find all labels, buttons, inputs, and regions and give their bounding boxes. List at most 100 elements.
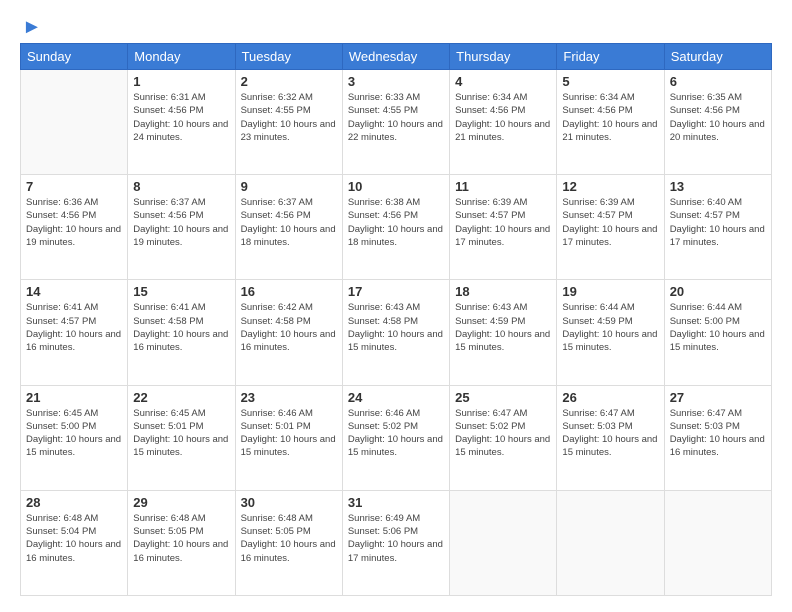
day-number: 12 [562,179,658,194]
calendar-cell: 20 Sunrise: 6:44 AMSunset: 5:00 PMDayligh… [664,280,771,385]
day-number: 31 [348,495,444,510]
day-number: 17 [348,284,444,299]
calendar-cell: 27 Sunrise: 6:47 AMSunset: 5:03 PMDayligh… [664,385,771,490]
calendar-cell: 6Sunrise: 6:35 AMSunset: 4:56 PMDaylight… [664,70,771,175]
header: ► [20,16,772,35]
calendar-body: 1 Sunrise: 6:31 AMSunset: 4:56 PMDaylight… [21,70,772,596]
calendar-cell: 2Sunrise: 6:32 AMSunset: 4:55 PMDaylight… [235,70,342,175]
calendar-cell: 13 Sunrise: 6:40 AMSunset: 4:57 PMDayligh… [664,175,771,280]
day-number: 21 [26,390,122,405]
calendar-cell [21,70,128,175]
calendar-week-row: 21 Sunrise: 6:45 AMSunset: 5:00 PMDayligh… [21,385,772,490]
page: ► SundayMondayTuesdayWednesdayThursdayFr… [0,0,792,612]
calendar-cell: 5 Sunrise: 6:34 AMSunset: 4:56 PMDaylight… [557,70,664,175]
day-number: 30 [241,495,337,510]
calendar-cell: 28 Sunrise: 6:48 AMSunset: 5:04 PMDayligh… [21,490,128,595]
cell-info: Sunrise: 6:43 AMSunset: 4:59 PMDaylight:… [455,301,551,354]
weekday-header-monday: Monday [128,44,235,70]
cell-info: Sunrise: 6:38 AMSunset: 4:56 PMDaylight:… [348,196,444,249]
calendar-cell: 24 Sunrise: 6:46 AMSunset: 5:02 PMDayligh… [342,385,449,490]
calendar-cell: 9 Sunrise: 6:37 AMSunset: 4:56 PMDaylight… [235,175,342,280]
day-number: 14 [26,284,122,299]
cell-info: Sunrise: 6:39 AMSunset: 4:57 PMDaylight:… [455,196,551,249]
cell-info: Sunrise: 6:48 AMSunset: 5:05 PMDaylight:… [133,512,229,565]
calendar-week-row: 14 Sunrise: 6:41 AMSunset: 4:57 PMDayligh… [21,280,772,385]
weekday-header-row: SundayMondayTuesdayWednesdayThursdayFrid… [21,44,772,70]
cell-info: Sunrise: 6:34 AMSunset: 4:56 PMDaylight:… [562,91,658,144]
calendar-week-row: 28 Sunrise: 6:48 AMSunset: 5:04 PMDayligh… [21,490,772,595]
day-number: 26 [562,390,658,405]
calendar-cell: 16 Sunrise: 6:42 AMSunset: 4:58 PMDayligh… [235,280,342,385]
cell-info: Sunrise: 6:36 AMSunset: 4:56 PMDaylight:… [26,196,122,249]
cell-info: Sunrise: 6:41 AMSunset: 4:57 PMDaylight:… [26,301,122,354]
cell-info: Sunrise: 6:37 AMSunset: 4:56 PMDaylight:… [133,196,229,249]
calendar-cell: 14 Sunrise: 6:41 AMSunset: 4:57 PMDayligh… [21,280,128,385]
cell-info: Sunrise: 6:40 AMSunset: 4:57 PMDaylight:… [670,196,766,249]
calendar-cell: 15Sunrise: 6:41 AMSunset: 4:58 PMDayligh… [128,280,235,385]
logo-icon: ► [22,16,42,39]
day-number: 18 [455,284,551,299]
calendar-cell: 4Sunrise: 6:34 AMSunset: 4:56 PMDaylight… [450,70,557,175]
day-number: 10 [348,179,444,194]
day-number: 23 [241,390,337,405]
weekday-header-friday: Friday [557,44,664,70]
cell-info: Sunrise: 6:44 AMSunset: 5:00 PMDaylight:… [670,301,766,354]
calendar-cell [450,490,557,595]
cell-info: Sunrise: 6:45 AMSunset: 5:00 PMDaylight:… [26,407,122,460]
calendar-cell: 18 Sunrise: 6:43 AMSunset: 4:59 PMDayligh… [450,280,557,385]
day-number: 16 [241,284,337,299]
weekday-header-sunday: Sunday [21,44,128,70]
cell-info: Sunrise: 6:32 AMSunset: 4:55 PMDaylight:… [241,91,337,144]
cell-info: Sunrise: 6:46 AMSunset: 5:02 PMDaylight:… [348,407,444,460]
cell-info: Sunrise: 6:47 AMSunset: 5:03 PMDaylight:… [670,407,766,460]
calendar-table: SundayMondayTuesdayWednesdayThursdayFrid… [20,43,772,596]
day-number: 20 [670,284,766,299]
calendar-cell: 8 Sunrise: 6:37 AMSunset: 4:56 PMDaylight… [128,175,235,280]
cell-info: Sunrise: 6:42 AMSunset: 4:58 PMDaylight:… [241,301,337,354]
day-number: 27 [670,390,766,405]
calendar-cell: 7 Sunrise: 6:36 AMSunset: 4:56 PMDaylight… [21,175,128,280]
day-number: 24 [348,390,444,405]
calendar-cell: 23 Sunrise: 6:46 AMSunset: 5:01 PMDayligh… [235,385,342,490]
day-number: 8 [133,179,229,194]
calendar-cell: 25Sunrise: 6:47 AMSunset: 5:02 PMDayligh… [450,385,557,490]
day-number: 3 [348,74,444,89]
day-number: 22 [133,390,229,405]
cell-info: Sunrise: 6:43 AMSunset: 4:58 PMDaylight:… [348,301,444,354]
cell-info: Sunrise: 6:31 AMSunset: 4:56 PMDaylight:… [133,91,229,144]
calendar-cell: 21 Sunrise: 6:45 AMSunset: 5:00 PMDayligh… [21,385,128,490]
calendar-week-row: 7 Sunrise: 6:36 AMSunset: 4:56 PMDaylight… [21,175,772,280]
calendar-header: SundayMondayTuesdayWednesdayThursdayFrid… [21,44,772,70]
day-number: 15 [133,284,229,299]
calendar-cell [557,490,664,595]
cell-info: Sunrise: 6:39 AMSunset: 4:57 PMDaylight:… [562,196,658,249]
day-number: 13 [670,179,766,194]
day-number: 25 [455,390,551,405]
calendar-cell: 10 Sunrise: 6:38 AMSunset: 4:56 PMDayligh… [342,175,449,280]
day-number: 28 [26,495,122,510]
calendar-cell: 26Sunrise: 6:47 AMSunset: 5:03 PMDayligh… [557,385,664,490]
day-number: 5 [562,74,658,89]
cell-info: Sunrise: 6:35 AMSunset: 4:56 PMDaylight:… [670,91,766,144]
cell-info: Sunrise: 6:37 AMSunset: 4:56 PMDaylight:… [241,196,337,249]
calendar-cell: 30 Sunrise: 6:48 AMSunset: 5:05 PMDayligh… [235,490,342,595]
weekday-header-saturday: Saturday [664,44,771,70]
day-number: 9 [241,179,337,194]
calendar-cell: 12 Sunrise: 6:39 AMSunset: 4:57 PMDayligh… [557,175,664,280]
day-number: 7 [26,179,122,194]
day-number: 11 [455,179,551,194]
cell-info: Sunrise: 6:33 AMSunset: 4:55 PMDaylight:… [348,91,444,144]
cell-info: Sunrise: 6:46 AMSunset: 5:01 PMDaylight:… [241,407,337,460]
cell-info: Sunrise: 6:48 AMSunset: 5:04 PMDaylight:… [26,512,122,565]
calendar-cell: 29 Sunrise: 6:48 AMSunset: 5:05 PMDayligh… [128,490,235,595]
calendar-week-row: 1 Sunrise: 6:31 AMSunset: 4:56 PMDaylight… [21,70,772,175]
cell-info: Sunrise: 6:48 AMSunset: 5:05 PMDaylight:… [241,512,337,565]
calendar-cell: 31Sunrise: 6:49 AMSunset: 5:06 PMDayligh… [342,490,449,595]
day-number: 1 [133,74,229,89]
day-number: 4 [455,74,551,89]
weekday-header-thursday: Thursday [450,44,557,70]
calendar-cell: 19Sunrise: 6:44 AMSunset: 4:59 PMDayligh… [557,280,664,385]
calendar-cell: 11 Sunrise: 6:39 AMSunset: 4:57 PMDayligh… [450,175,557,280]
cell-info: Sunrise: 6:44 AMSunset: 4:59 PMDaylight:… [562,301,658,354]
day-number: 29 [133,495,229,510]
